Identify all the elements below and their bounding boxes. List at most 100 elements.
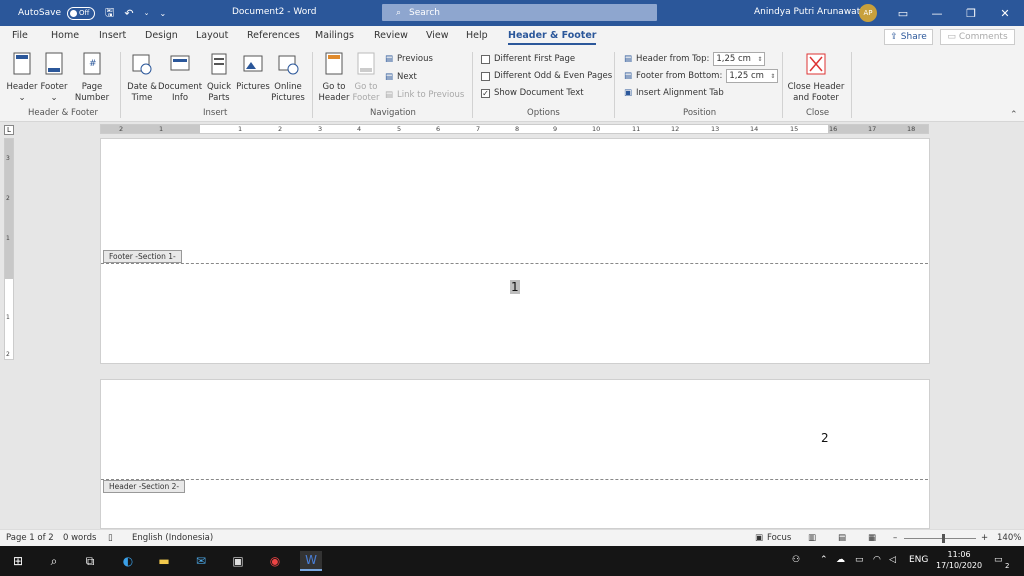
read-mode-icon[interactable]: ▥ (808, 533, 816, 543)
tab-mailings[interactable]: Mailings (315, 30, 354, 41)
date-time-button[interactable]: Date & Time (126, 52, 158, 104)
undo-dropdown-icon[interactable]: ⌄ (144, 9, 150, 17)
user-name[interactable]: Anindya Putri Arunawati (754, 7, 863, 17)
file-explorer-icon[interactable]: ▬ (153, 551, 175, 571)
windows-start-icon[interactable]: ⊞ (7, 551, 29, 571)
undo-icon[interactable]: ↶ (124, 7, 133, 20)
focus-button[interactable]: Focus (767, 533, 791, 543)
notifications-icon[interactable]: ▭ (994, 555, 1003, 565)
go-to-header-icon (325, 52, 343, 75)
page-2[interactable] (100, 379, 930, 529)
tab-home[interactable]: Home (51, 30, 79, 41)
zoom-in-icon[interactable]: + (981, 533, 988, 543)
page-count[interactable]: Page 1 of 2 (6, 533, 54, 543)
spinner-arrows-icon[interactable]: ⇕ (770, 73, 777, 80)
different-odd-even-checkbox[interactable] (481, 71, 490, 81)
spinner-arrows-icon[interactable]: ⇕ (757, 56, 764, 63)
focus-icon[interactable]: ▣ (755, 533, 763, 543)
tab-view[interactable]: View (426, 30, 449, 41)
print-layout-icon[interactable]: ▤ (838, 533, 846, 543)
different-odd-even-option[interactable]: Different Odd & Even Pages (481, 71, 612, 81)
page-1[interactable] (100, 138, 930, 364)
comments-label: Comments (958, 32, 1008, 42)
insert-alignment-tab-button[interactable]: ▣ Insert Alignment Tab (624, 88, 724, 98)
online-pictures-button[interactable]: Online Pictures (270, 52, 306, 104)
language-status[interactable]: English (Indonesia) (132, 533, 213, 543)
battery-icon[interactable]: ▭ (855, 555, 864, 565)
tab-design[interactable]: Design (145, 30, 178, 41)
ruler-tick: 9 (553, 125, 558, 133)
minimize-icon[interactable]: — (920, 0, 954, 26)
people-icon[interactable]: ⚇ (792, 555, 800, 565)
chrome-icon[interactable]: ◉ (264, 551, 286, 571)
volume-icon[interactable]: ◁ (889, 555, 896, 565)
page-1-number[interactable]: 1 (510, 280, 520, 294)
mail-icon[interactable]: ✉ (190, 551, 212, 571)
customize-quick-access-icon[interactable]: ⌄ (159, 9, 166, 18)
show-document-text-checkbox[interactable]: ✓ (481, 88, 490, 98)
ruler-tick: 13 (711, 125, 720, 133)
onedrive-icon[interactable]: ☁ (836, 555, 845, 565)
next-icon: ▤ (385, 72, 394, 82)
tab-header-footer[interactable]: Header & Footer (508, 30, 597, 45)
next-button[interactable]: ▤ Next (385, 72, 417, 82)
different-first-page-option[interactable]: Different First Page (481, 54, 575, 64)
avatar[interactable]: AP (859, 4, 877, 22)
show-hidden-icons-icon[interactable]: ⌃ (820, 555, 828, 565)
header-button[interactable]: Header ⌄ (6, 52, 38, 104)
pictures-button[interactable]: Pictures (235, 52, 271, 93)
header-from-top-spinner[interactable]: 1,25 cm ⇕ (713, 52, 766, 66)
footer-from-bottom-spinner[interactable]: 1,25 cm ⇕ (726, 69, 779, 83)
previous-button[interactable]: ▤ Previous (385, 54, 433, 64)
link-to-previous-button[interactable]: ▤ Link to Previous (385, 90, 464, 100)
task-view-icon[interactable]: ⧉ (79, 551, 101, 571)
word-count[interactable]: 0 words (63, 533, 96, 543)
word-app-icon[interactable]: W (300, 551, 322, 571)
restore-icon[interactable]: ❐ (954, 0, 988, 26)
tab-references[interactable]: References (247, 30, 300, 41)
store-icon[interactable]: ▣ (227, 551, 249, 571)
page-number-button[interactable]: # Page Number (70, 52, 114, 104)
zoom-out-icon[interactable]: – (893, 533, 897, 543)
zoom-level[interactable]: 140% (997, 533, 1021, 543)
footer-button[interactable]: Footer ⌄ (38, 52, 70, 104)
tab-insert[interactable]: Insert (99, 30, 126, 41)
zoom-slider-thumb[interactable] (942, 534, 945, 543)
edge-browser-icon[interactable]: ◐ (117, 551, 139, 571)
tab-selector-icon[interactable]: L (4, 125, 14, 135)
save-icon[interactable]: 🖫 (105, 4, 114, 23)
search-box[interactable]: ⌕ Search (382, 4, 657, 21)
tab-file[interactable]: File (12, 30, 28, 41)
document-info-button[interactable]: Document Info (158, 52, 202, 104)
proofing-icon[interactable]: ▯ (108, 533, 113, 543)
horizontal-ruler[interactable]: 2 1 1 2 3 4 5 6 7 8 9 10 11 12 13 14 15 … (100, 124, 929, 134)
tab-review[interactable]: Review (374, 30, 408, 41)
document-title: Document2 - Word (232, 7, 317, 17)
close-icon[interactable]: ✕ (988, 0, 1022, 26)
vertical-ruler[interactable]: 3 2 1 1 2 (4, 138, 14, 360)
share-button[interactable]: ⇪ Share (884, 29, 933, 45)
different-first-page-checkbox[interactable] (481, 54, 490, 64)
autosave-toggle[interactable]: Off (67, 6, 95, 20)
ribbon-display-options-icon[interactable]: ▭ (886, 0, 920, 26)
clock[interactable]: 11:06 17/10/2020 (936, 549, 982, 571)
input-language[interactable]: ENG (909, 555, 928, 565)
autosave-state: Off (79, 9, 90, 17)
close-header-footer-button[interactable]: Close Header and Footer (787, 52, 845, 104)
group-label-options: Options (527, 108, 560, 118)
tab-help[interactable]: Help (466, 30, 488, 41)
tab-layout[interactable]: Layout (196, 30, 228, 41)
search-icon[interactable]: ⌕ (43, 551, 65, 571)
quick-parts-button[interactable]: Quick Parts (204, 52, 234, 104)
comments-button[interactable]: ▭ Comments (940, 29, 1015, 45)
svg-text:#: # (89, 59, 97, 69)
web-layout-icon[interactable]: ▦ (868, 533, 876, 543)
header-label: Header (6, 82, 38, 92)
page-2-number[interactable]: 2 (821, 431, 829, 445)
zoom-slider[interactable] (904, 538, 976, 539)
show-document-text-option[interactable]: ✓ Show Document Text (481, 88, 584, 98)
go-to-header-button[interactable]: Go to Header (318, 52, 350, 104)
collapse-ribbon-icon[interactable]: ⌃ (1010, 110, 1018, 120)
go-to-footer-button[interactable]: Go to Footer (350, 52, 382, 104)
wifi-icon[interactable]: ◠ (873, 555, 881, 565)
